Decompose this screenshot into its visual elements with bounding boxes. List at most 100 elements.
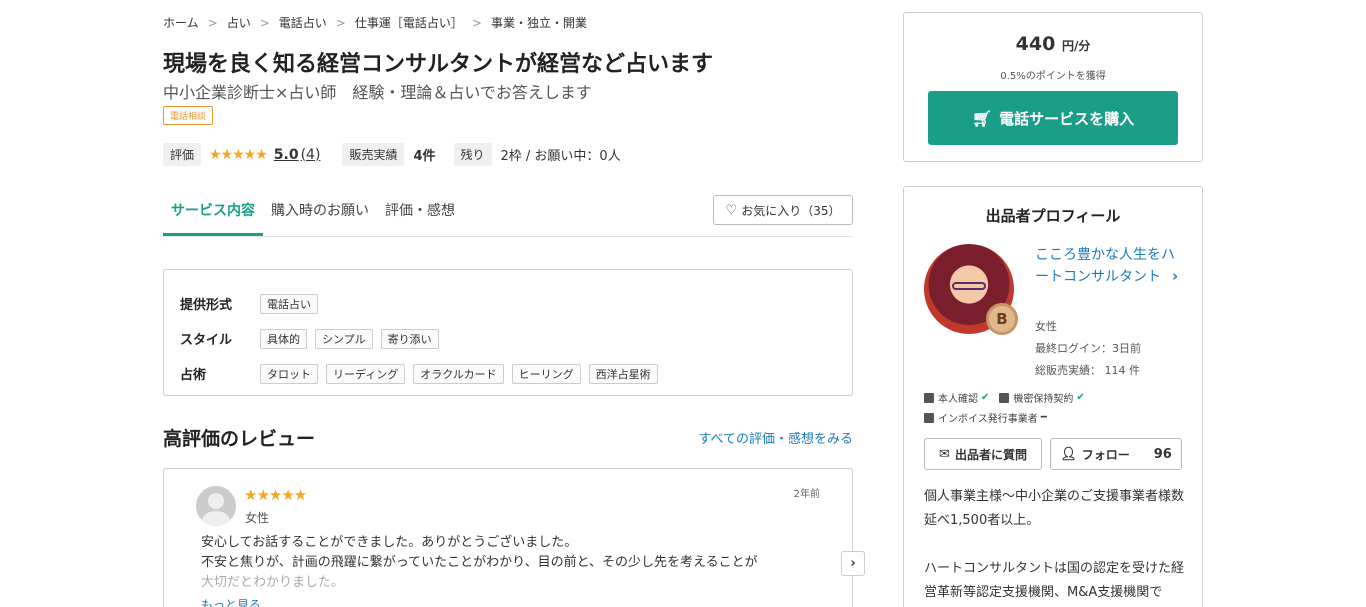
- page-subtitle: 中小企業診断士×占い師 経験・理論＆占いでお答えします: [163, 83, 592, 102]
- seller-last-login: 最終ログイン：3日前: [1035, 342, 1141, 355]
- method-row: 占術 タロット リーディング オラクルカード ヒーリング 西洋占星術: [180, 356, 836, 391]
- ask-seller-button[interactable]: ✉ 出品者に質問: [924, 438, 1042, 470]
- seller-rank-badge: B: [986, 303, 1018, 335]
- rating-value[interactable]: 5.0: [274, 147, 299, 163]
- read-more-link[interactable]: もっと見る: [201, 596, 261, 607]
- profile-title: 出品者プロフィール: [985, 207, 1121, 225]
- description-paragraph: ハートコンサルタントは国の認定を受けた経営革新等認定支援機関、M&A支援機関です…: [924, 561, 1185, 600]
- seller-profile-box: 出品者プロフィール B こころ豊かな人生をハートコンサルタント › 女性 最終ロ…: [903, 186, 1203, 607]
- buy-phone-service-button[interactable]: 🛒︎ 電話サービスを購入: [928, 91, 1178, 145]
- review-header: 高評価のレビュー すべての評価・感想をみる: [163, 424, 853, 451]
- review-next-button[interactable]: ›: [841, 551, 865, 576]
- service-detail-box: 提供形式 電話占い スタイル 具体的 シンプル 寄り添い 占術 タロット リーデ…: [163, 269, 853, 396]
- method-chip[interactable]: ヒーリング: [511, 363, 581, 384]
- review-date: 2年前: [793, 489, 820, 500]
- breadcrumb-separator: >: [207, 16, 218, 30]
- style-label: スタイル: [180, 333, 233, 348]
- nda-label: 機密保持契約: [1013, 394, 1074, 405]
- tab-bar: サービス内容 購入時のお願い 評価・感想 ♡ お気に入り（35）: [163, 187, 853, 237]
- method-label: 占術: [180, 368, 207, 383]
- tab-reviews[interactable]: 評価・感想: [377, 187, 463, 236]
- review-line: 不安と焦りが、計画の飛躍に繋がっていたことがわかり、目の前と、その少し先を考える…: [201, 555, 758, 570]
- rating-count[interactable]: (4): [301, 147, 321, 163]
- rating-label: 評価: [163, 143, 202, 166]
- see-all-reviews-link[interactable]: すべての評価・感想をみる: [698, 428, 853, 447]
- identity-verified-label: 本人確認: [938, 394, 978, 405]
- style-chip[interactable]: 具体的: [260, 328, 307, 349]
- breadcrumb: ホーム > 占い > 電話占い > 仕事運［電話占い］ > 事業・独立・開業: [163, 14, 587, 31]
- points-note: 0.5%のポイントを獲得: [1000, 71, 1106, 82]
- review-stars: ★★★★★: [244, 486, 307, 504]
- breadcrumb-item-work-luck[interactable]: 仕事運［電話占い］: [355, 16, 463, 30]
- check-icon: ✔: [981, 392, 990, 403]
- favorite-label: お気に入り（35）: [741, 203, 841, 218]
- follow-button[interactable]: 👤︎ フォロー 96: [1050, 438, 1182, 470]
- glasses-shape: [952, 282, 986, 290]
- dash-icon: ━: [1040, 412, 1047, 423]
- category-badge: 電話相談: [163, 106, 214, 125]
- breadcrumb-item-business[interactable]: 事業・独立・開業: [491, 16, 587, 30]
- style-chip[interactable]: 寄り添い: [380, 328, 439, 349]
- seller-total-sales: 総販売実績： 114 件: [1035, 364, 1140, 377]
- avatar-body-shape: [202, 511, 230, 526]
- style-row: スタイル 具体的 シンプル 寄り添い: [180, 321, 836, 356]
- mail-icon: ✉: [939, 446, 950, 462]
- breadcrumb-item-fortune[interactable]: 占い: [227, 16, 251, 30]
- stats-row: 評価 ★★★★★ 5.0 (4) 販売実績 4件 残り 2枠 / お願い中：0人: [163, 143, 639, 166]
- invoice-label: インボイス発行事業者: [938, 414, 1038, 425]
- breadcrumb-item-phone-fortune[interactable]: 電話占い: [279, 16, 327, 30]
- method-chip[interactable]: リーディング: [326, 363, 406, 384]
- remaining-value: 2枠 / お願い中：0人: [500, 149, 621, 164]
- chevron-right-icon: ›: [850, 556, 856, 571]
- format-row: 提供形式 電話占い: [180, 286, 836, 321]
- sales-label: 販売実績: [342, 143, 405, 166]
- format-label: 提供形式: [180, 298, 233, 313]
- ask-seller-label: 出品者に質問: [954, 447, 1027, 462]
- method-chip[interactable]: タロット: [260, 363, 318, 384]
- avatar-head-shape: [208, 493, 224, 509]
- chevron-right-icon[interactable]: ›: [1172, 267, 1178, 285]
- sales-value: 4件: [413, 149, 436, 164]
- review-section-title: 高評価のレビュー: [163, 428, 316, 450]
- style-chip[interactable]: シンプル: [315, 328, 373, 349]
- follow-label: フォロー: [1081, 447, 1130, 462]
- breadcrumb-separator: >: [259, 16, 270, 30]
- review-card: ★★★★★ 女性 2年前 安心してお話することができました。ありがとうございまし…: [163, 468, 853, 607]
- review-line: 大切だとわかりました。: [201, 575, 345, 590]
- description-paragraph: 個人事業主様〜中小企業のご支援事業者様数延べ1,500者以上。: [924, 489, 1185, 528]
- reviewer-gender: 女性: [245, 511, 270, 525]
- page-title: 現場を良く知る経営コンサルタントが経営など占います: [163, 52, 714, 77]
- price-unit: 円/分: [1061, 39, 1091, 53]
- purchase-box: 440 円/分 0.5%のポイントを獲得 🛒︎ 電話サービスを購入: [903, 12, 1203, 162]
- verification-row: 本人確認 ✔ 機密保持契約 ✔: [924, 390, 1095, 405]
- review-line: 安心してお話することができました。ありがとうございました。: [201, 535, 578, 550]
- seller-description: 個人事業主様〜中小企業のご支援事業者様数延べ1,500者以上。 ハートコンサルタ…: [924, 485, 1186, 607]
- remaining-label: 残り: [453, 143, 492, 166]
- breadcrumb-separator: >: [335, 16, 346, 30]
- format-chip[interactable]: 電話占い: [260, 293, 318, 314]
- invoice-row: インボイス発行事業者 ━: [924, 410, 1047, 425]
- tab-service-details[interactable]: サービス内容: [163, 187, 263, 236]
- method-chip[interactable]: オラクルカード: [413, 363, 504, 384]
- tab-purchase-requests[interactable]: 購入時のお願い: [263, 187, 377, 236]
- method-chip[interactable]: 西洋占星術: [588, 363, 658, 384]
- review-text: 安心してお話することができました。ありがとうございました。 不安と焦りが、計画の…: [201, 533, 821, 593]
- buy-button-label: 電話サービスを購入: [999, 109, 1135, 128]
- document-icon: [924, 412, 934, 423]
- reviewer-avatar: [196, 486, 236, 526]
- lock-icon: [999, 392, 1010, 403]
- breadcrumb-item-home[interactable]: ホーム: [163, 16, 199, 30]
- cart-icon: 🛒︎: [971, 108, 993, 128]
- favorite-button[interactable]: ♡ お気に入り（35）: [713, 195, 853, 225]
- person-icon: [924, 392, 934, 403]
- check-icon: ✔: [1076, 392, 1085, 403]
- rating-stars: ★★★★★: [209, 146, 268, 163]
- price-value: 440: [1015, 33, 1056, 55]
- follow-count: 96: [1153, 446, 1172, 462]
- heart-icon: ♡: [725, 202, 738, 218]
- seller-name-link[interactable]: こころ豊かな人生をハートコンサルタント: [1035, 244, 1175, 288]
- price: 440 円/分: [904, 33, 1202, 55]
- seller-gender: 女性: [1035, 320, 1057, 333]
- breadcrumb-separator: >: [471, 16, 482, 30]
